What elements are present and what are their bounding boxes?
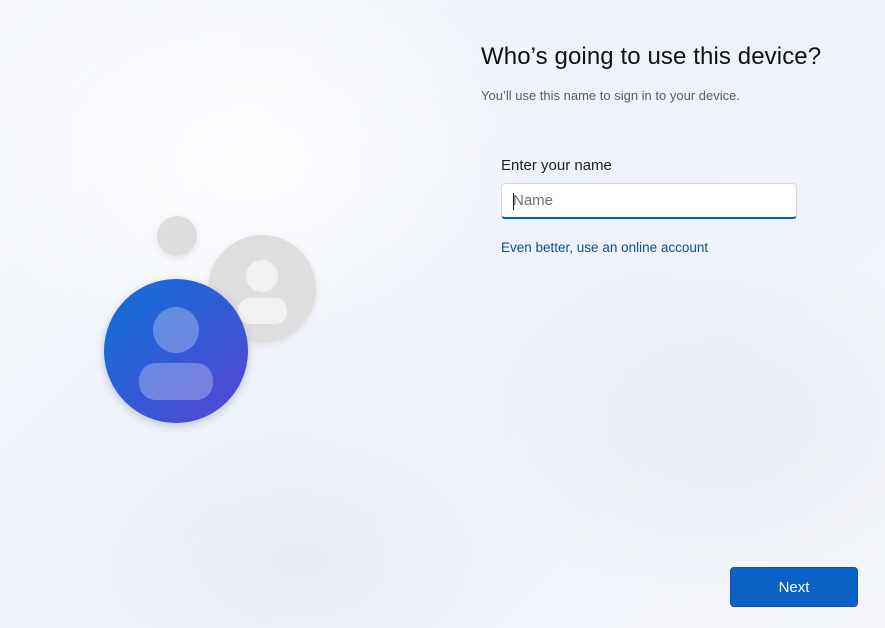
page-title: Who’s going to use this device? [481,43,822,70]
next-button[interactable]: Next [730,567,858,607]
users-illustration [0,0,400,628]
name-input-box[interactable] [501,183,797,219]
small-dot-icon [157,216,197,256]
header-section: Who’s going to use this device? You’ll u… [481,40,861,105]
name-form: Enter your name Even better, use an onli… [501,156,801,257]
text-caret [513,193,514,210]
page-subtitle: You’ll use this name to sign in to your … [481,88,740,103]
users-avatars-icon [104,216,316,423]
primary-avatar-icon [104,279,248,423]
name-input[interactable] [513,184,783,217]
online-account-link[interactable]: Even better, use an online account [501,240,708,255]
name-field-label: Enter your name [501,157,612,174]
